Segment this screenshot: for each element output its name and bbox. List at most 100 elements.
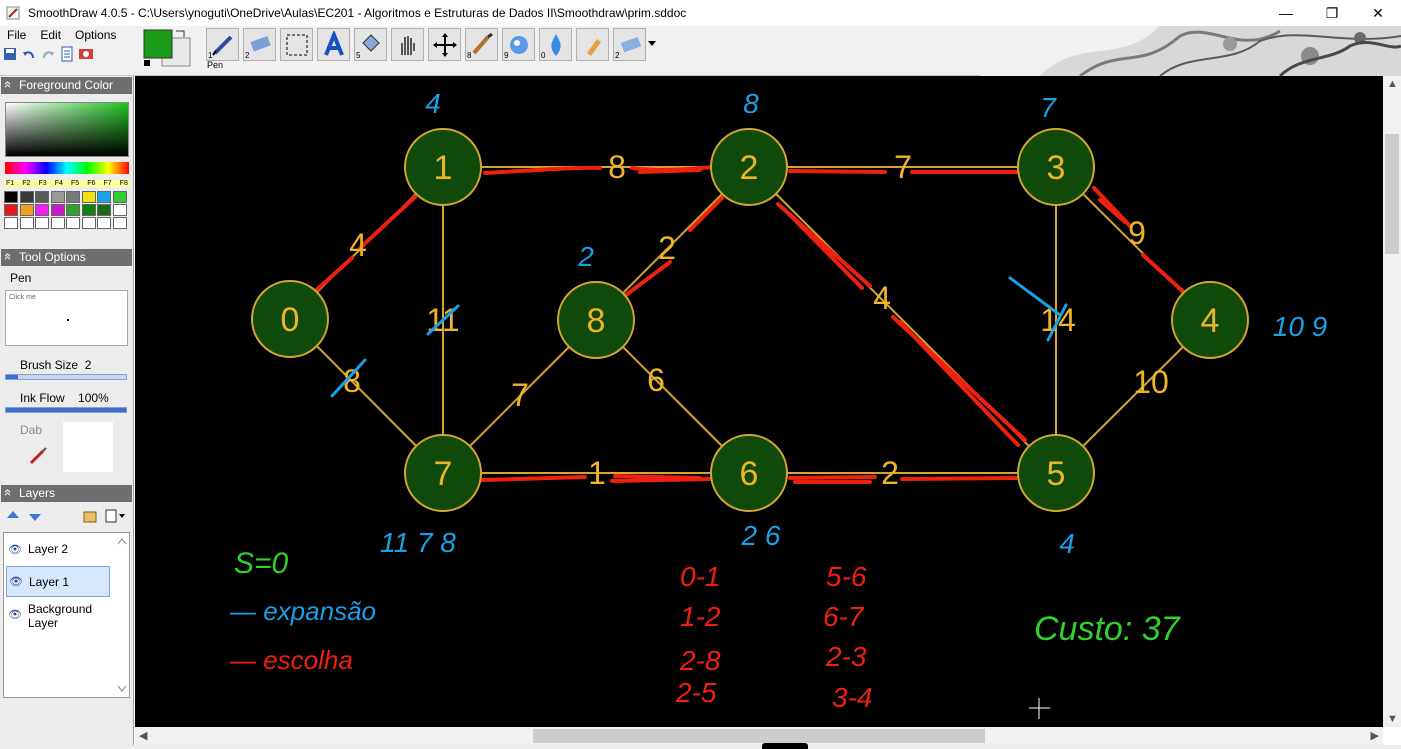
palette-swatch[interactable] [97,204,111,216]
color-picker-gradient[interactable] [5,102,129,157]
palette-swatch[interactable] [4,191,18,203]
node-label-8: 8 [587,302,606,340]
visibility-eye-icon[interactable]: 👁 [8,543,22,556]
scroll-right-icon[interactable]: ▶ [1371,729,1379,742]
chosen-6-7: 6-7 [823,601,865,632]
ink-flow-fill [6,408,126,412]
brush-preview-pad[interactable]: Click me [5,290,128,346]
visibility-eye-icon[interactable]: 👁 [9,575,23,588]
menu-bar: File Edit Options [0,26,123,44]
dab-brush-icon[interactable] [28,446,48,466]
palette-swatch[interactable] [35,204,49,216]
screenshot-icon[interactable] [78,46,94,62]
selection-tool[interactable] [280,28,313,61]
minimize-button[interactable]: — [1263,0,1309,26]
move-tool[interactable] [428,28,461,61]
brush-tool[interactable]: 8 [465,28,498,61]
palette-swatch[interactable] [81,217,96,229]
dab-preview[interactable] [63,422,113,472]
tools-bar: 1 2 5 8 9 0 2 [206,28,646,61]
text-tool[interactable] [317,28,350,61]
click-me-label: Click me [9,294,36,301]
palette-swatch[interactable] [50,191,65,203]
scroll-down-icon[interactable]: ▼ [1387,713,1398,725]
layers-scroll-up-icon[interactable] [117,537,127,545]
brush-dot [67,319,69,321]
undo-icon[interactable] [21,46,37,62]
layer-item[interactable]: 👁 Background Layer [6,600,112,632]
palette-swatch[interactable] [81,204,96,216]
foreground-color-header[interactable]: Foreground Color [1,77,132,94]
palette-swatch[interactable] [112,217,127,229]
palette-swatch[interactable] [112,204,127,216]
chosen-edge-2-5 [776,202,1027,447]
node-label-7: 7 [434,455,453,493]
node-label-5: 5 [1047,455,1066,493]
layer-item-selected[interactable]: 👁 Layer 1 [6,566,110,597]
hue-slider[interactable] [5,162,129,174]
app-icon [6,6,20,20]
eraser-tool[interactable]: 2 [243,28,276,61]
menu-options[interactable]: Options [68,28,123,42]
move-layer-down-icon[interactable] [28,509,42,523]
chosen-2-3: 2-3 [825,641,867,672]
redo-icon[interactable] [40,46,56,62]
move-layer-up-icon[interactable] [6,509,20,523]
legend-expansion: — expansão [229,596,376,626]
visibility-eye-icon[interactable]: 👁 [8,608,22,621]
palette-swatch[interactable] [81,191,96,203]
palette-swatch[interactable] [4,217,18,229]
screen-notch [762,743,808,749]
palette-swatch[interactable] [97,217,111,229]
vertical-scroll-thumb[interactable] [1385,134,1399,254]
palette-swatch[interactable] [19,191,34,203]
palette-swatch[interactable] [35,191,49,203]
layers-header[interactable]: Layers [1,485,132,502]
crosshair-cursor [1029,698,1050,719]
eraser-icon [620,36,641,52]
close-button[interactable]: ✕ [1355,0,1401,26]
legend: S=0 — expansão — escolha [229,547,376,675]
palette-swatch[interactable] [19,217,34,229]
scroll-up-icon[interactable]: ▲ [1387,78,1398,90]
scroll-left-icon[interactable]: ◀ [139,729,147,742]
palette-swatch[interactable] [66,217,80,229]
fill-tool[interactable]: 5 [354,28,387,61]
palette-swatch[interactable] [97,191,111,203]
eraser2-tool[interactable]: 2 [613,28,646,61]
palette-swatch[interactable] [66,191,80,203]
layers-scroll-down-icon[interactable] [117,685,127,693]
menu-file[interactable]: File [0,28,33,42]
selection-icon [286,34,307,55]
tools-dropdown-icon[interactable] [647,38,657,48]
layer-menu-icon[interactable] [104,508,126,524]
pen-tool[interactable]: 1 [206,28,239,61]
horizontal-scrollbar[interactable]: ◀ ▶ [135,727,1383,745]
layer-item[interactable]: 👁 Layer 2 [6,540,112,560]
chosen-edge-list: 0-1 1-2 2-8 2-5 5-6 6-7 2-3 3-4 [675,561,872,713]
color-swatches[interactable] [142,28,194,68]
layer-properties-icon[interactable] [82,508,98,524]
horizontal-scroll-thumb[interactable] [533,729,985,743]
palette-swatch[interactable] [66,204,80,216]
hand-tool[interactable] [391,28,424,61]
ink-flow-slider[interactable] [5,407,127,413]
save-icon[interactable] [2,46,18,62]
menu-edit[interactable]: Edit [33,28,68,42]
drawing-canvas[interactable]: 0 1 2 3 4 5 6 7 8 4 8 7 9 11 8 2 4 14 10… [135,76,1383,727]
document-icon[interactable] [59,46,75,62]
tool-options-header[interactable]: Tool Options [1,249,132,266]
smudge-tool[interactable] [576,28,609,61]
palette-swatch[interactable] [50,217,65,229]
palette-swatch[interactable] [50,204,65,216]
palette-swatch[interactable] [35,217,49,229]
vertical-scrollbar[interactable]: ▲ ▼ [1383,76,1401,727]
brush-size-slider[interactable] [5,374,127,380]
palette-swatch[interactable] [19,204,34,216]
ink-flow-label: Ink Flow 100% [20,391,109,405]
palette-swatch[interactable] [4,204,18,216]
maximize-button[interactable]: ❐ [1309,0,1355,26]
water-tool[interactable]: 0 [539,28,572,61]
palette-swatch[interactable] [112,191,127,203]
airbrush-tool[interactable]: 9 [502,28,535,61]
